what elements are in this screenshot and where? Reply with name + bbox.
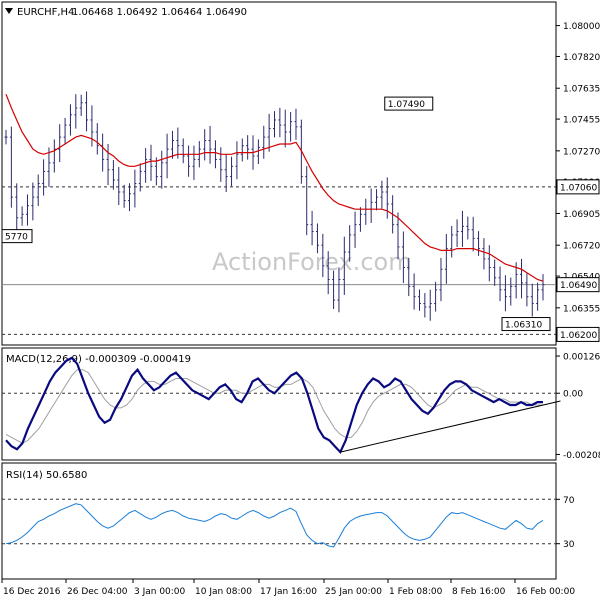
annotation-text: 1.06310 [505, 321, 542, 331]
time-axis-label: 17 Jan 16:00 [260, 587, 317, 597]
time-axis-label: 1 Feb 08:00 [389, 587, 443, 597]
time-axis-label: 16 Feb 00:00 [516, 587, 575, 597]
price-axis-tick-label: 1.06355 [563, 304, 600, 314]
macd-axis-tick-label: -0.00208 [563, 451, 600, 461]
time-axis-label: 3 Jan 00:00 [134, 587, 186, 597]
time-axis-label: 16 Dec 2016 [3, 587, 61, 597]
price-axis-tick-label: 1.07270 [563, 147, 600, 157]
macd-axis-tick-label: 0.001263 [563, 353, 600, 363]
rsi-title: RSI(14) 50.6580 [6, 470, 87, 481]
chart-canvas: ActionForex.com EURCHF,H4 1.06468 1.0649… [0, 0, 600, 600]
annotation-text: 5770 [5, 233, 28, 243]
symbol-label: EURCHF,H4 [17, 7, 74, 18]
time-axis-label: 25 Jan 00:00 [325, 587, 382, 597]
price-axis-tick-label: 1.08000 [563, 22, 600, 32]
watermark: ActionForex.com [212, 248, 412, 276]
time-axis-label: 8 Feb 16:00 [452, 587, 506, 597]
time-axis-label: 10 Jan 08:00 [195, 587, 252, 597]
macd-axis-tick-label: 0.00 [563, 390, 583, 400]
ohlc-label: 1.06468 1.06492 1.06464 1.06490 [72, 7, 247, 18]
price-label-text: 1.06200 [560, 331, 597, 341]
time-axis-label: 26 Dec 04:00 [67, 587, 128, 597]
price-axis-tick-label: 1.07635 [563, 85, 600, 95]
price-axis-tick-label: 1.06905 [563, 210, 600, 220]
chart-background [0, 0, 600, 600]
rsi-axis-tick-label: 30 [563, 540, 575, 550]
price-label-text: 1.06490 [560, 281, 597, 291]
price-axis-tick-label: 1.07455 [563, 116, 600, 126]
price-axis-tick-label: 1.07820 [563, 53, 600, 63]
macd-title: MACD(12,26,9) -0.000309 -0.000419 [6, 354, 191, 365]
price-axis-tick-label: 1.06720 [563, 242, 600, 252]
annotation-text: 1.07490 [388, 100, 425, 110]
price-label-text: 1.07060 [560, 183, 597, 193]
rsi-axis-tick-label: 70 [563, 496, 575, 506]
